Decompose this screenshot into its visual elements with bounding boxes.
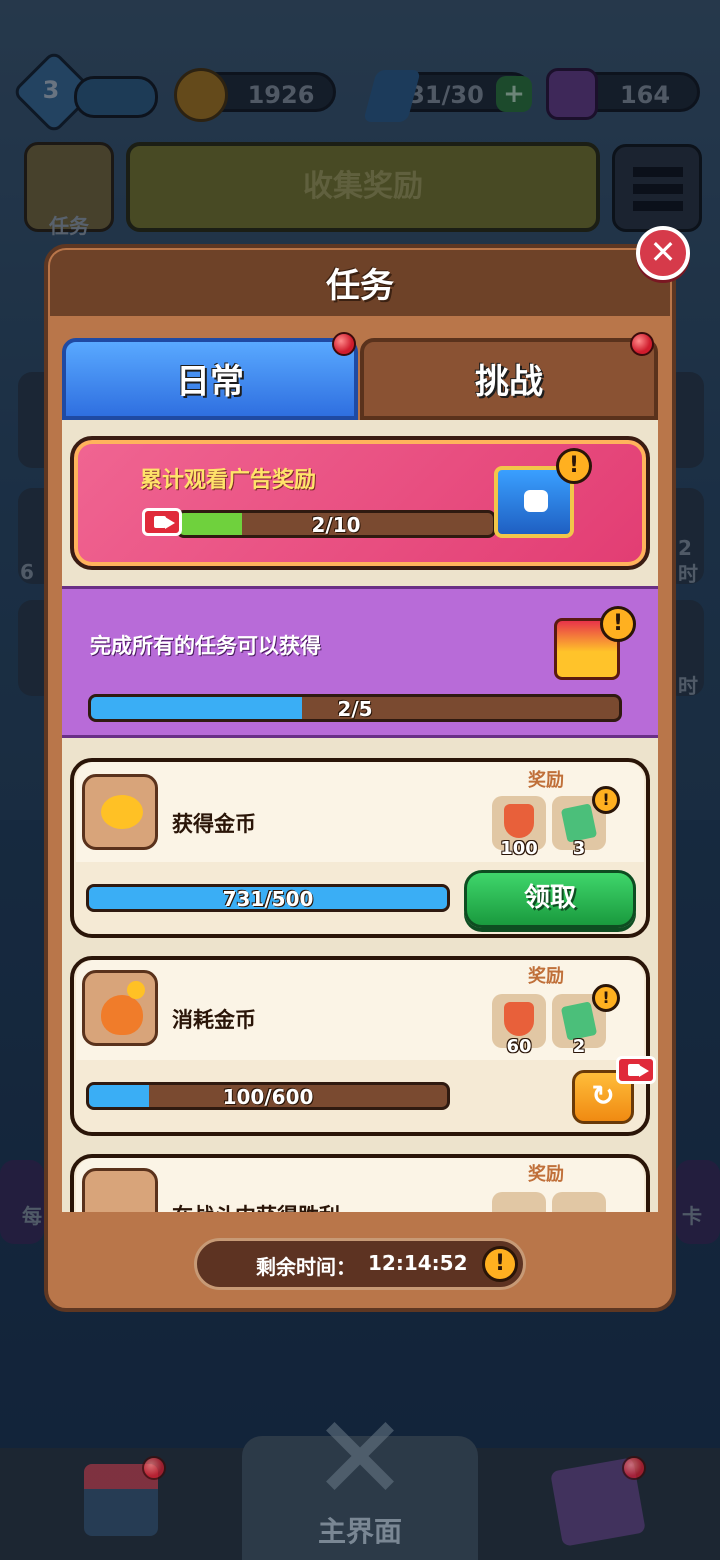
reward-card-amount: 3 bbox=[572, 838, 586, 859]
timer-info-icon[interactable]: ! bbox=[482, 1246, 518, 1282]
crossed-swords-icon bbox=[322, 1418, 398, 1494]
cards-notification-dot bbox=[622, 1456, 646, 1480]
task-name: 在战斗中获得胜利 bbox=[172, 1200, 340, 1212]
close-button[interactable]: ✕ bbox=[636, 226, 690, 280]
trophy-badge-icon bbox=[504, 804, 534, 838]
refresh-video-ad-icon bbox=[616, 1056, 656, 1084]
reward-card-amount: 2 bbox=[572, 1036, 586, 1057]
reward-label: 奖励 bbox=[528, 1164, 564, 1185]
shop-notification-dot bbox=[142, 1456, 166, 1480]
claim-button[interactable]: 领取 bbox=[464, 870, 636, 928]
coin-bag-icon bbox=[82, 970, 158, 1046]
piggy-bank-icon bbox=[82, 774, 158, 850]
task-progress-text: 100/600 bbox=[222, 1085, 314, 1109]
reward-label: 奖励 bbox=[528, 966, 564, 987]
reward-trophy-amount: 100 bbox=[500, 838, 538, 859]
ad-reward-title: 累计观看广告奖励 bbox=[140, 468, 317, 493]
complete-all-chest-alert-icon: ! bbox=[600, 606, 636, 642]
complete-all-text: 完成所有的任务可以获得 bbox=[90, 634, 321, 658]
task-name: 获得金币 bbox=[172, 812, 256, 836]
refresh-icon: ↻ bbox=[591, 1079, 615, 1112]
complete-all-progress-bar: 2/5 bbox=[88, 694, 622, 722]
reward-info-icon[interactable]: ! bbox=[592, 786, 620, 814]
complete-all-progress-text: 2/5 bbox=[337, 697, 373, 721]
task-progress-bar: 731/500 bbox=[86, 884, 450, 912]
trophy-badge-icon bbox=[504, 1002, 534, 1036]
ad-reward-progress-bar: 2/10 bbox=[176, 510, 496, 538]
ad-chest-alert-icon: ! bbox=[556, 448, 592, 484]
reward-trophy-box bbox=[492, 1192, 546, 1212]
remaining-time-bar bbox=[194, 1238, 526, 1290]
reward-coin-box bbox=[552, 1192, 606, 1212]
tab-daily-label: 日常 bbox=[176, 362, 244, 402]
reward-info-icon[interactable]: ! bbox=[592, 984, 620, 1012]
mystery-card-icon bbox=[560, 803, 598, 843]
ad-reward-progress-text: 2/10 bbox=[311, 513, 361, 537]
video-ad-icon bbox=[142, 508, 182, 536]
tab-challenge-notification-dot bbox=[630, 332, 654, 356]
panel-title: 任务 bbox=[326, 266, 394, 306]
task-progress-bar: 100/600 bbox=[86, 1082, 450, 1110]
claim-label: 领取 bbox=[523, 883, 576, 913]
task-card-clip: 在战斗中获得胜利 奖励 bbox=[62, 1150, 658, 1212]
tab-daily[interactable]: 日常 bbox=[62, 338, 358, 420]
remaining-time-value: 12:14:52 bbox=[368, 1251, 468, 1275]
reward-label: 奖励 bbox=[528, 770, 564, 791]
nav-home-label: 主界面 bbox=[317, 1515, 402, 1548]
play-icon bbox=[524, 490, 548, 512]
task-progress-text: 731/500 bbox=[222, 887, 314, 911]
battle-victory-icon bbox=[82, 1168, 158, 1212]
tab-challenge-label: 挑战 bbox=[475, 362, 543, 402]
mystery-card-icon bbox=[560, 1001, 598, 1041]
close-icon: ✕ bbox=[649, 233, 677, 271]
reward-trophy-amount: 60 bbox=[506, 1036, 532, 1057]
task-name: 消耗金币 bbox=[172, 1008, 256, 1032]
tab-challenge[interactable]: 挑战 bbox=[360, 338, 658, 420]
remaining-time-label: 剩余时间： bbox=[256, 1255, 356, 1279]
tab-daily-notification-dot bbox=[332, 332, 356, 356]
